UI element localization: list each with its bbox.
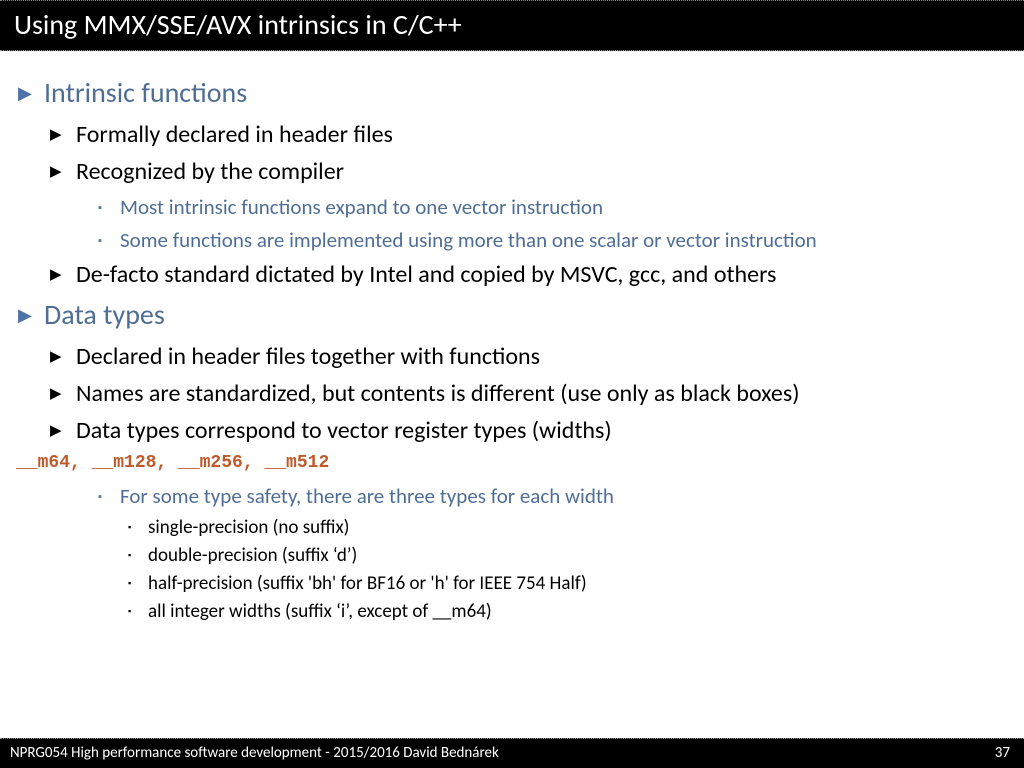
bullet-text: Names are standardized, but contents is … (76, 379, 800, 408)
bullet-item: ▶ Declared in header files together with… (48, 342, 1010, 371)
triangle-icon: ▶ (48, 265, 76, 284)
sub-bullet-item: ▪ For some type safety, there are three … (96, 483, 1010, 509)
triangle-icon: ▶ (48, 162, 76, 181)
page-number: 37 (995, 744, 1010, 762)
triangle-icon: ▶ (14, 82, 44, 104)
square-icon: ▪ (126, 578, 148, 589)
square-icon: ▪ (126, 606, 148, 617)
bullet-item: ▶ De-facto standard dictated by Intel an… (48, 260, 1010, 289)
footer-text: NPRG054 High performance software develo… (10, 744, 499, 762)
sub-sub-bullet-item: ▪ double-precision (suffix ‘d’) (126, 544, 1010, 567)
triangle-icon: ▶ (48, 347, 76, 366)
slide-footer: NPRG054 High performance software develo… (0, 738, 1024, 768)
section-heading: ▶ Data types (14, 297, 1010, 332)
bullet-text: Data types correspond to vector register… (76, 416, 612, 445)
bullet-text: Declared in header files together with f… (76, 342, 540, 371)
sub-sub-bullet-text: single-precision (no suffix) (148, 516, 349, 539)
bullet-item: ▶ Names are standardized, but contents i… (48, 379, 1010, 408)
sub-sub-bullet-item: ▪ single-precision (no suffix) (126, 516, 1010, 539)
slide-title: Using MMX/SSE/AVX intrinsics in C/C++ (0, 0, 1024, 51)
square-icon: ▪ (126, 522, 148, 533)
title-text: Using MMX/SSE/AVX intrinsics in C/C++ (14, 7, 462, 42)
heading-text: Intrinsic functions (44, 75, 247, 110)
section-heading: ▶ Intrinsic functions (14, 75, 1010, 110)
square-icon: ▪ (96, 490, 120, 503)
triangle-icon: ▶ (48, 421, 76, 440)
sub-bullet-text: Some functions are implemented using mor… (120, 227, 817, 253)
triangle-icon: ▶ (48, 384, 76, 403)
square-icon: ▪ (96, 201, 120, 214)
bullet-text: Formally declared in header files (76, 120, 393, 149)
sub-sub-bullet-item: ▪ half-precision (suffix 'bh' for BF16 o… (126, 572, 1010, 595)
square-icon: ▪ (126, 550, 148, 561)
sub-sub-bullet-text: all integer widths (suffix ‘i’, except o… (148, 600, 492, 623)
triangle-icon: ▶ (48, 125, 76, 144)
sub-sub-bullet-text: half-precision (suffix 'bh' for BF16 or … (148, 572, 587, 595)
sub-bullet-text: Most intrinsic functions expand to one v… (120, 194, 603, 220)
square-icon: ▪ (96, 234, 120, 247)
bullet-item: ▶ Data types correspond to vector regist… (48, 416, 1010, 445)
triangle-icon: ▶ (14, 304, 44, 326)
bullet-text: Recognized by the compiler (76, 157, 344, 186)
slide-content: ▶ Intrinsic functions ▶ Formally declare… (0, 51, 1024, 623)
heading-text: Data types (44, 297, 165, 332)
sub-bullet-text: For some type safety, there are three ty… (120, 483, 614, 509)
sub-sub-bullet-text: double-precision (suffix ‘d’) (148, 544, 357, 567)
sub-bullet-item: ▪ Most intrinsic functions expand to one… (96, 194, 1010, 220)
bullet-text: De-facto standard dictated by Intel and … (76, 260, 776, 289)
sub-bullet-item: ▪ Some functions are implemented using m… (96, 227, 1010, 253)
sub-sub-bullet-item: ▪ all integer widths (suffix ‘i’, except… (126, 600, 1010, 623)
bullet-item: ▶ Formally declared in header files (48, 120, 1010, 149)
bullet-item: ▶ Recognized by the compiler (48, 157, 1010, 186)
code-types: __m64, __m128, __m256, __m512 (16, 453, 1010, 473)
